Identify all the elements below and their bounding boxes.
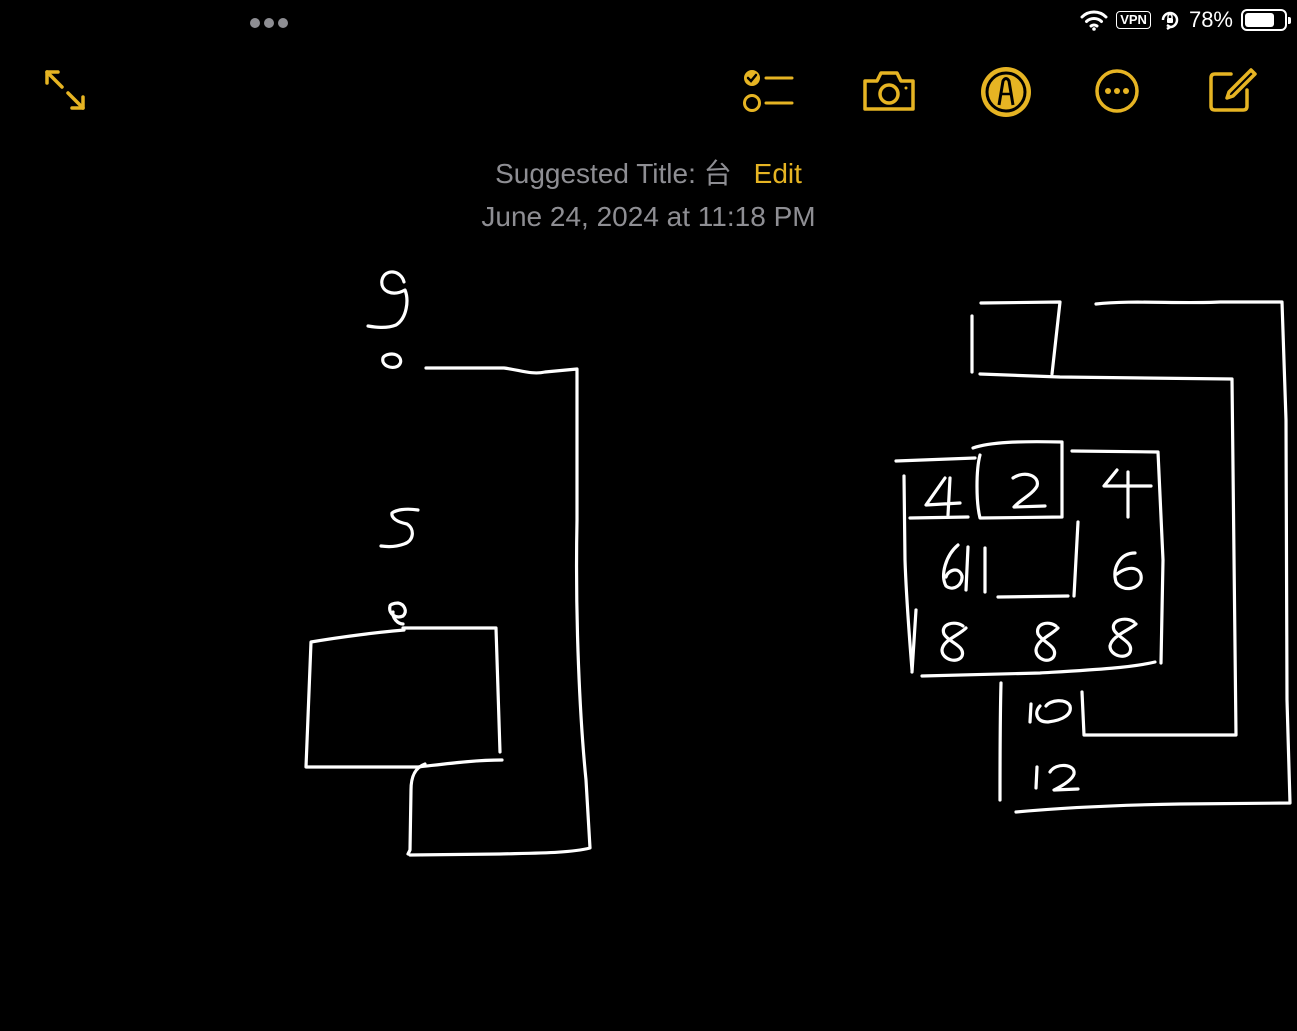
drawing-canvas[interactable] [0,0,1297,1031]
lower-left-line [998,681,1003,802]
grid-left-line [902,474,914,672]
digit-9-stroke [366,270,409,329]
digit-1-left [964,545,970,592]
right-diagram [894,300,1292,814]
digit-12 [1034,763,1080,792]
digit-6-right [1113,551,1143,591]
small-circle-bottom [388,601,407,626]
top-line [408,366,592,857]
digit-10 [1028,699,1072,724]
digit-8-c [1108,617,1138,658]
grid-bottom-line [920,660,1157,678]
small-circle-top [381,352,403,370]
digit-4-left [924,476,962,517]
underline-4 [908,515,970,520]
digit-8-b [1034,621,1060,662]
left-diagram [304,270,592,857]
center-divider [983,520,1080,599]
digit-2 [1011,472,1047,509]
inner-box-top [401,626,502,754]
digit-8-a [940,621,968,662]
digit-5-stroke [379,507,420,549]
grid-right-bar [910,608,918,674]
inner-box-left [304,628,504,769]
digit-4-right [1102,468,1153,519]
digit-6-left [942,543,964,590]
inner-box-tail [406,762,427,856]
